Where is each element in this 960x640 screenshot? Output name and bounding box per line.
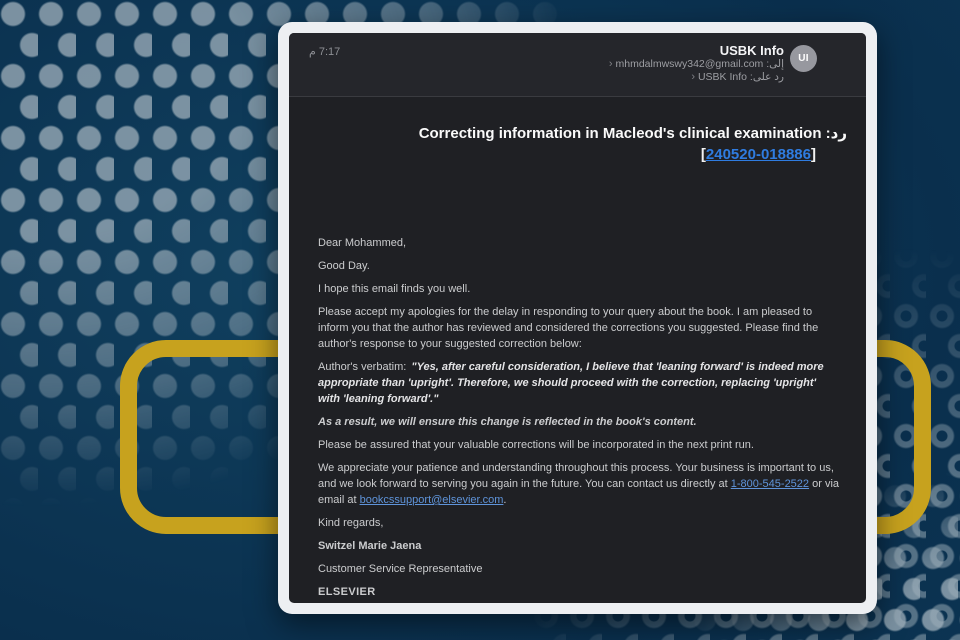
signature-name: Switzel Marie Jaena	[318, 538, 839, 554]
paragraph: Please be assured that your valuable cor…	[318, 437, 839, 453]
message-body: Dear Mohammed, Good Day. I hope this ema…	[289, 163, 866, 603]
company-logo-text: ELSEVIER	[318, 584, 839, 600]
author-verbatim-paragraph: Author's verbatim: "Yes, after careful c…	[318, 359, 839, 407]
subject-title: رد: Correcting information in Macleod's …	[309, 124, 847, 144]
signature-role: Customer Service Representative	[318, 561, 839, 577]
greeting-paragraph: Dear Mohammed,	[318, 235, 839, 251]
chevron-left-icon: ‹	[691, 71, 695, 83]
ticket-number-link[interactable]: 240520-018886	[706, 146, 811, 163]
sender-name[interactable]: USBK Info	[720, 43, 784, 58]
timestamp: 7:17 م	[309, 45, 340, 58]
paragraph: Please accept my apologies for the delay…	[318, 304, 839, 352]
email-window: 7:17 م USBK Info إلى: mhmdalmwswy342@gma…	[278, 22, 877, 614]
message-header: 7:17 م USBK Info إلى: mhmdalmwswy342@gma…	[289, 33, 866, 97]
bracket-close: ]	[811, 146, 816, 163]
result-paragraph: As a result, we will ensure this change …	[318, 414, 839, 430]
verbatim-label: Author's verbatim:	[318, 361, 406, 373]
sender-avatar[interactable]: UI	[790, 45, 817, 72]
reply-to-value: USBK Info	[698, 71, 747, 83]
reply-to-row[interactable]: رد على: USBK Info ‹	[691, 71, 784, 84]
subject-reply-prefix: رد:	[826, 125, 847, 142]
to-label: إلى:	[766, 58, 784, 70]
to-email: mhmdalmwswy342@gmail.com	[616, 58, 764, 70]
paragraph: Good Day.	[318, 258, 839, 274]
paragraph: I hope this email finds you well.	[318, 281, 839, 297]
phone-link[interactable]: 1-800-545-2522	[731, 478, 809, 490]
contact-paragraph: We appreciate your patience and understa…	[318, 460, 839, 508]
ticket-line: [240520-018886]	[309, 146, 816, 163]
reply-to-label: رد على:	[750, 71, 784, 83]
subject-text: Correcting information in Macleod's clin…	[419, 125, 822, 142]
to-row[interactable]: إلى: mhmdalmwswy342@gmail.com ‹	[609, 58, 784, 71]
closing-paragraph: Kind regards,	[318, 515, 839, 531]
email-message-view: 7:17 م USBK Info إلى: mhmdalmwswy342@gma…	[289, 33, 866, 603]
sender-block: USBK Info إلى: mhmdalmwswy342@gmail.com …	[609, 43, 817, 84]
subject-block: رد: Correcting information in Macleod's …	[289, 97, 866, 163]
support-email-link[interactable]: bookcssupport@elsevier.com	[360, 494, 504, 506]
chevron-left-icon: ‹	[609, 58, 613, 70]
